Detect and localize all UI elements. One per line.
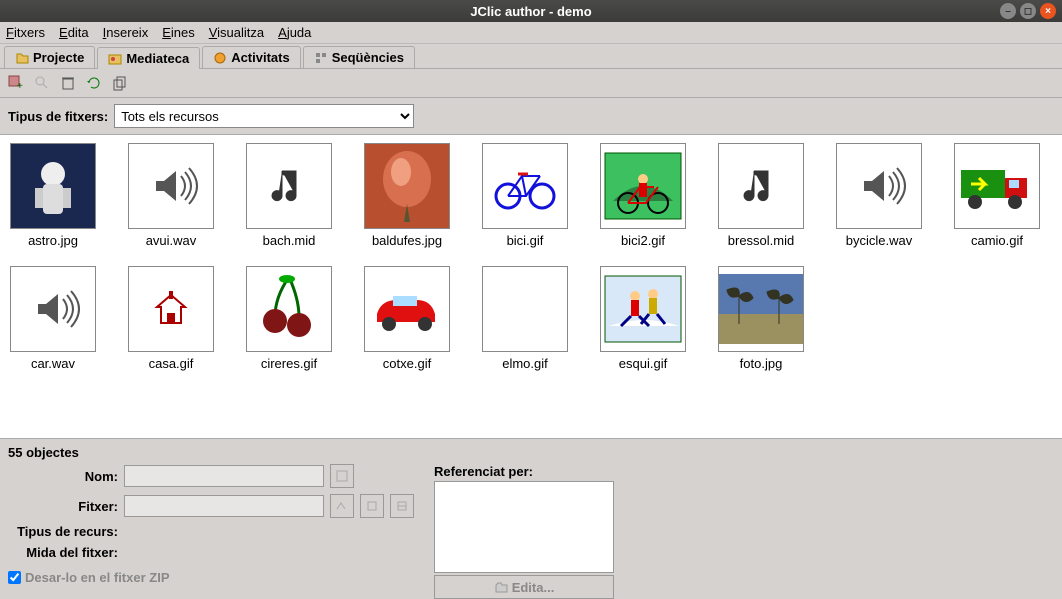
thumbnail bbox=[10, 266, 96, 352]
media-item-label: esqui.gif bbox=[619, 356, 667, 371]
thumbnail bbox=[246, 266, 332, 352]
media-item[interactable]: astro.jpg bbox=[8, 143, 98, 248]
maximize-button[interactable]: ◻ bbox=[1020, 3, 1036, 19]
file-browse-button[interactable] bbox=[330, 494, 354, 518]
zip-checkbox[interactable] bbox=[8, 571, 21, 584]
media-item-label: baldufes.jpg bbox=[372, 233, 442, 248]
status-count: 55 objectes bbox=[8, 445, 1054, 460]
thumbnail bbox=[718, 266, 804, 352]
media-item[interactable]: baldufes.jpg bbox=[362, 143, 452, 248]
thumbnail bbox=[364, 266, 450, 352]
media-item-label: bressol.mid bbox=[728, 233, 794, 248]
new-media-button[interactable]: + bbox=[6, 73, 26, 93]
media-item-label: cotxe.gif bbox=[383, 356, 431, 371]
media-item[interactable]: camio.gif bbox=[952, 143, 1042, 248]
delete-button[interactable] bbox=[58, 73, 78, 93]
filter-label: Tipus de fitxers: bbox=[8, 109, 108, 124]
media-item-label: car.wav bbox=[31, 356, 75, 371]
media-item[interactable]: avui.wav bbox=[126, 143, 216, 248]
media-item-label: bach.mid bbox=[263, 233, 316, 248]
thumbnail bbox=[718, 143, 804, 229]
media-gallery: astro.jpg avui.wav bach.mid baldufes.jpg bic… bbox=[0, 135, 1062, 438]
media-item-label: elmo.gif bbox=[502, 356, 548, 371]
media-item[interactable]: cireres.gif bbox=[244, 266, 334, 371]
thumbnail bbox=[246, 143, 332, 229]
zoom-button[interactable] bbox=[32, 73, 52, 93]
thumbnail bbox=[128, 266, 214, 352]
thumbnail bbox=[482, 266, 568, 352]
svg-text:+: + bbox=[17, 81, 23, 91]
thumbnail bbox=[600, 143, 686, 229]
thumbnail bbox=[10, 143, 96, 229]
media-item-label: camio.gif bbox=[971, 233, 1023, 248]
thumbnail bbox=[482, 143, 568, 229]
referenced-list[interactable] bbox=[434, 481, 614, 573]
size-label: Mida del fitxer: bbox=[8, 545, 118, 560]
name-label: Nom: bbox=[8, 469, 118, 484]
file-action1-button[interactable] bbox=[360, 494, 384, 518]
media-item[interactable]: elmo.gif bbox=[480, 266, 570, 371]
media-item-label: astro.jpg bbox=[28, 233, 78, 248]
zip-label: Desar-lo en el fitxer ZIP bbox=[25, 570, 170, 585]
menu-eines[interactable]: Eines bbox=[162, 25, 195, 40]
filter-bar: Tipus de fitxers: Tots els recursos bbox=[0, 98, 1062, 135]
media-item-label: casa.gif bbox=[149, 356, 194, 371]
name-edit-button[interactable] bbox=[330, 464, 354, 488]
tab-mediateca[interactable]: Mediateca bbox=[97, 47, 200, 69]
edit-button[interactable]: Edita... bbox=[434, 575, 614, 599]
menu-fitxers[interactable]: Fitxers bbox=[6, 25, 45, 40]
export-button[interactable] bbox=[110, 73, 130, 93]
media-item[interactable]: bici2.gif bbox=[598, 143, 688, 248]
menu-edita[interactable]: Edita bbox=[59, 25, 89, 40]
referenced-label: Referenciat per: bbox=[434, 464, 614, 479]
thumbnail bbox=[128, 143, 214, 229]
tab-projecte[interactable]: Projecte bbox=[4, 46, 95, 68]
tab-activitats[interactable]: Activitats bbox=[202, 46, 301, 68]
media-item[interactable]: casa.gif bbox=[126, 266, 216, 371]
name-input[interactable] bbox=[124, 465, 324, 487]
media-item[interactable]: cotxe.gif bbox=[362, 266, 452, 371]
minimize-button[interactable]: – bbox=[1000, 3, 1016, 19]
media-item-label: foto.jpg bbox=[740, 356, 783, 371]
media-item[interactable]: bach.mid bbox=[244, 143, 334, 248]
thumbnail bbox=[600, 266, 686, 352]
toolbar: + bbox=[0, 69, 1062, 98]
file-action2-button[interactable] bbox=[390, 494, 414, 518]
media-item[interactable]: bressol.mid bbox=[716, 143, 806, 248]
media-item-label: bici2.gif bbox=[621, 233, 665, 248]
file-input[interactable] bbox=[124, 495, 324, 517]
file-label: Fitxer: bbox=[8, 499, 118, 514]
media-item[interactable]: car.wav bbox=[8, 266, 98, 371]
media-item[interactable]: foto.jpg bbox=[716, 266, 806, 371]
close-button[interactable]: × bbox=[1040, 3, 1056, 19]
tab-bar: ProjecteMediatecaActivitatsSeqüències bbox=[0, 44, 1062, 69]
thumbnail bbox=[364, 143, 450, 229]
folder-icon bbox=[494, 580, 508, 594]
window-title: JClic author - demo bbox=[470, 4, 591, 19]
media-item[interactable]: bici.gif bbox=[480, 143, 570, 248]
thumbnail bbox=[954, 143, 1040, 229]
window-titlebar: JClic author - demo – ◻ × bbox=[0, 0, 1062, 22]
type-label: Tipus de recurs: bbox=[8, 524, 118, 539]
thumbnail bbox=[836, 143, 922, 229]
media-item-label: cireres.gif bbox=[261, 356, 317, 371]
filter-select[interactable]: Tots els recursos bbox=[114, 104, 414, 128]
media-item[interactable]: bycicle.wav bbox=[834, 143, 924, 248]
media-item-label: bici.gif bbox=[507, 233, 544, 248]
menu-visualitza[interactable]: Visualitza bbox=[209, 25, 264, 40]
menu-insereix[interactable]: Insereix bbox=[103, 25, 149, 40]
media-item-label: bycicle.wav bbox=[846, 233, 912, 248]
media-item[interactable]: esqui.gif bbox=[598, 266, 688, 371]
menubar: Fitxers Edita Insereix Eines Visualitza Ajuda bbox=[0, 22, 1062, 44]
properties-panel: 55 objectes Nom: Fitxer: Tipus de recurs… bbox=[0, 438, 1062, 596]
menu-ajuda[interactable]: Ajuda bbox=[278, 25, 311, 40]
refresh-button[interactable] bbox=[84, 73, 104, 93]
media-item-label: avui.wav bbox=[146, 233, 197, 248]
tab-seqüències[interactable]: Seqüències bbox=[303, 46, 415, 68]
